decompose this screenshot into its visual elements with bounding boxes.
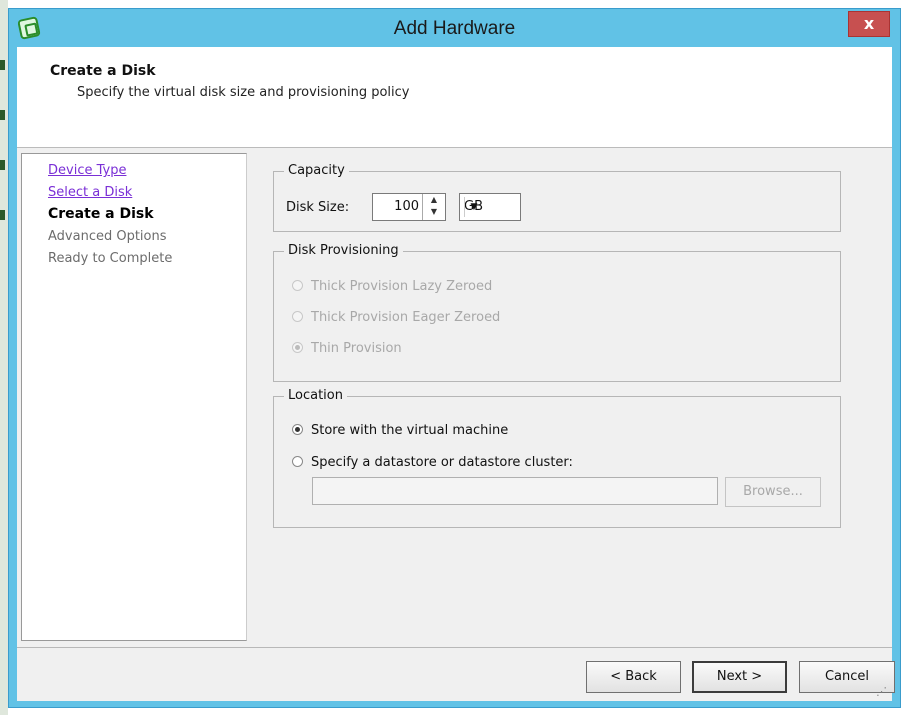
radio-thick-eager-zeroed-label: Thick Provision Eager Zeroed [311, 310, 501, 325]
nav-step-advanced-options: Advanced Options [48, 229, 167, 244]
radio-thin-provision[interactable]: Thin Provision [292, 341, 402, 356]
radio-thin-provision-label: Thin Provision [311, 341, 402, 356]
disk-provisioning-group: Disk Provisioning Thick Provision Lazy Z… [273, 243, 841, 382]
radio-specify-datastore-label: Specify a datastore or datastore cluster… [311, 455, 573, 470]
footer-divider [17, 647, 892, 648]
page-subtitle: Specify the virtual disk size and provis… [77, 85, 410, 100]
back-button[interactable]: < Back [586, 661, 681, 693]
radio-store-with-vm[interactable]: Store with the virtual machine [292, 423, 508, 438]
wizard-header: Create a Disk Specify the virtual disk s… [17, 47, 892, 148]
radio-button-icon[interactable] [292, 342, 303, 353]
nav-step-ready-to-complete: Ready to Complete [48, 251, 173, 266]
disk-size-value[interactable]: 100 [394, 199, 419, 214]
title-bar[interactable]: Add Hardware x [9, 9, 900, 47]
wizard-steps-nav: Device Type Select a Disk Create a Disk … [21, 153, 247, 641]
location-group: Location Store with the virtual machine … [273, 388, 841, 528]
capacity-group: Capacity Disk Size: 100 ▲ ▼ GB ▼ [273, 163, 841, 232]
page-title: Create a Disk [50, 63, 156, 79]
radio-thick-lazy-zeroed-label: Thick Provision Lazy Zeroed [311, 279, 493, 294]
stepper-down-icon[interactable]: ▼ [423, 206, 445, 218]
radio-button-icon[interactable] [292, 424, 303, 435]
next-button[interactable]: Next > [692, 661, 787, 693]
close-button[interactable]: x [848, 11, 890, 37]
stepper-up-icon[interactable]: ▲ [423, 194, 445, 206]
disk-size-stepper[interactable]: 100 ▲ ▼ [372, 193, 446, 221]
radio-thick-lazy-zeroed[interactable]: Thick Provision Lazy Zeroed [292, 279, 492, 294]
radio-thick-eager-zeroed[interactable]: Thick Provision Eager Zeroed [292, 310, 500, 325]
location-legend: Location [284, 388, 347, 403]
disk-provisioning-legend: Disk Provisioning [284, 243, 403, 258]
chevron-down-icon[interactable]: ▼ [464, 197, 483, 217]
radio-button-icon[interactable] [292, 311, 303, 322]
radio-button-icon[interactable] [292, 456, 303, 467]
radio-specify-datastore[interactable]: Specify a datastore or datastore cluster… [292, 455, 573, 470]
add-hardware-dialog: Add Hardware x Create a Disk Specify the… [8, 8, 901, 708]
datastore-field[interactable] [312, 477, 718, 505]
disk-size-label: Disk Size: [286, 200, 350, 215]
nav-step-device-type[interactable]: Device Type [48, 163, 126, 178]
stepper-arrows[interactable]: ▲ ▼ [422, 194, 445, 220]
nav-step-create-disk: Create a Disk [48, 206, 154, 222]
browse-button[interactable]: Browse... [725, 477, 821, 507]
capacity-legend: Capacity [284, 163, 349, 178]
radio-button-icon[interactable] [292, 280, 303, 291]
resize-grip-icon[interactable]: ⋰ [876, 685, 890, 699]
window-title: Add Hardware [393, 18, 516, 39]
disk-size-unit-select[interactable]: GB ▼ [459, 193, 521, 221]
radio-store-with-vm-label: Store with the virtual machine [311, 423, 509, 438]
background-window-edge [0, 0, 8, 715]
nav-step-select-disk[interactable]: Select a Disk [48, 185, 132, 200]
dialog-body: Create a Disk Specify the virtual disk s… [17, 47, 895, 701]
